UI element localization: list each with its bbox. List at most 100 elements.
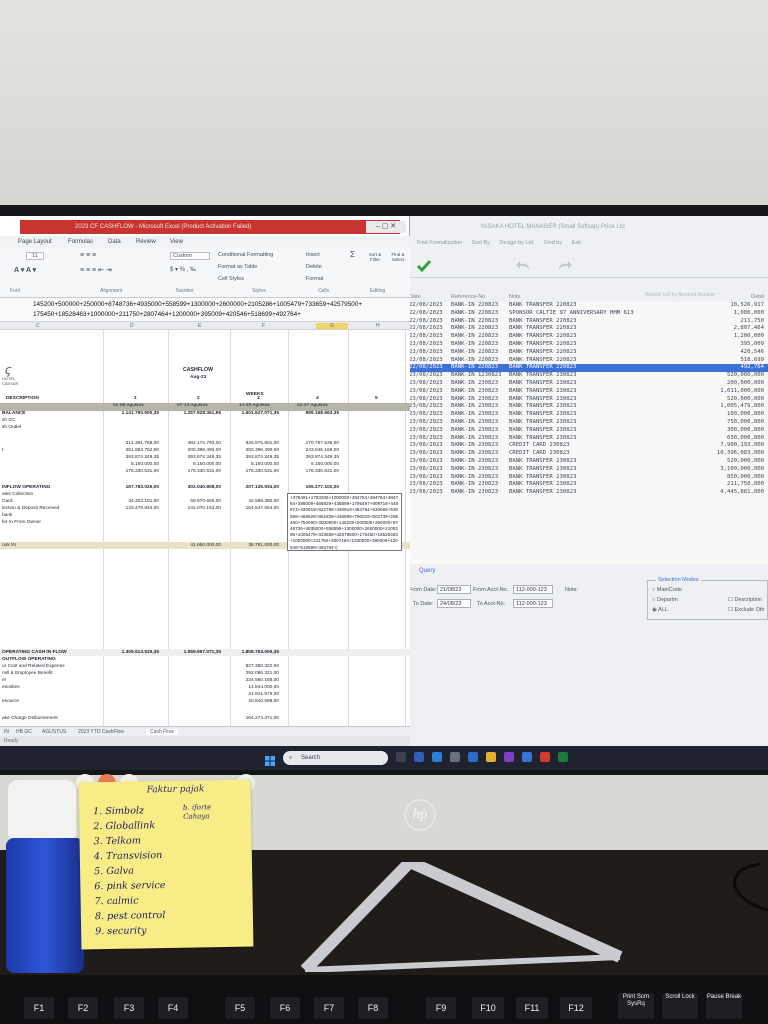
column-header[interactable]: Date bbox=[409, 294, 421, 300]
row-value-cell[interactable]: 176.330.631,00 bbox=[233, 469, 279, 474]
app-icon[interactable] bbox=[414, 752, 424, 762]
bank-row[interactable]: 23/08/2023 BANK-IN 230823 BANK TRANSFER 23… bbox=[405, 481, 768, 489]
bank-row[interactable]: 23/08/2023 BANK-IN 230823 CREDIT CARD 2308… bbox=[405, 442, 768, 450]
row-value-cell[interactable]: 482.174.793,00 bbox=[171, 441, 221, 446]
row-value-cell[interactable]: 176.330.631,00 bbox=[171, 469, 221, 474]
excel-icon[interactable] bbox=[558, 752, 568, 762]
key-f10[interactable]: F10 bbox=[472, 997, 504, 1019]
outflow-value-cell[interactable]: 827.350.322,00 bbox=[233, 664, 279, 669]
row-value-cell[interactable]: 170.767.535,00 bbox=[291, 441, 339, 446]
row-value-cell[interactable]: 38.781.000,00 bbox=[233, 543, 279, 548]
sheet-tab[interactable]: IN bbox=[4, 729, 9, 735]
format-as-table-button[interactable]: Format as Table bbox=[218, 264, 257, 270]
bank-row[interactable]: 22/08/2023 BANK-IN 220823 BANK TRANSFER 22… bbox=[405, 333, 768, 341]
outflow-value-cell[interactable]: 14.844.000,00 bbox=[233, 685, 279, 690]
undo-icon[interactable] bbox=[515, 258, 533, 274]
column-letter[interactable]: H bbox=[376, 323, 380, 329]
folder-icon[interactable] bbox=[486, 752, 496, 762]
row-value-cell[interactable]: 242.070.153,00 bbox=[171, 506, 221, 511]
bank-row[interactable]: 22/08/2023 BANK-IN 220823 BANK TRANSFER 22… bbox=[405, 302, 768, 310]
row-value-cell[interactable]: 302.040.808,00 bbox=[171, 485, 221, 490]
row-value-cell[interactable]: 1.309.513.525,35 bbox=[107, 650, 159, 655]
check-icon[interactable] bbox=[415, 258, 433, 274]
bank-row[interactable]: 22/08/2023 BANK-IN 220823 SPONSOR CALTIE 9… bbox=[405, 310, 768, 318]
task-view-icon[interactable] bbox=[396, 752, 406, 762]
font-size-box[interactable]: 11 bbox=[26, 252, 44, 260]
column-letter[interactable]: E bbox=[198, 323, 201, 329]
formula-edit-popup[interactable]: +378491+1793206+1000000+484784+484784+48… bbox=[287, 493, 402, 551]
row-value-cell[interactable]: 393.874.349,35 bbox=[233, 455, 279, 460]
sheet-tab[interactable]: HB GC bbox=[16, 729, 32, 735]
bank-row[interactable]: 23/08/2023 BANK-IN 230823 BANK TRANSFER 23… bbox=[405, 388, 768, 396]
bank-row[interactable]: 23/08/2023 BANK-IN 230823 BANK TRANSFER 23… bbox=[405, 419, 768, 427]
key-f5[interactable]: F5 bbox=[225, 997, 255, 1019]
row-value-cell[interactable]: 164.547.554,00 bbox=[233, 506, 279, 511]
key-f9[interactable]: F9 bbox=[426, 997, 456, 1019]
worksheet-grid[interactable]: ꞔ HOTEL CAESAR CASHFLOW Aug-23 WEEKS DES… bbox=[0, 330, 410, 726]
radio-departm[interactable]: ○ Departm bbox=[652, 597, 678, 603]
row-value-cell[interactable]: 251.983.752,00 bbox=[107, 448, 159, 453]
bank-menu-item[interactable]: Exit bbox=[572, 240, 581, 246]
from-acct-field[interactable]: 112-000-123 bbox=[513, 585, 553, 594]
bank-menu-item[interactable]: Find by bbox=[544, 240, 562, 246]
key-print-screen[interactable]: Print Scrn SysRq bbox=[618, 993, 654, 1019]
row-value-cell[interactable]: 155.277.102,00 bbox=[291, 485, 339, 490]
to-date-field[interactable]: 24/08/23 bbox=[437, 599, 471, 608]
outflow-value-cell[interactable]: 21.841.575,00 bbox=[233, 692, 279, 697]
bank-row[interactable]: 23/08/2023 BANK-IN 230823 BANK TRANSFER 23… bbox=[405, 466, 768, 474]
row-value-cell[interactable]: 1.559.967.071,35 bbox=[171, 650, 221, 655]
taskbar-search[interactable]: ⌕ Search bbox=[283, 751, 388, 765]
key-f8[interactable]: F8 bbox=[358, 997, 388, 1019]
column-header[interactable]: Debit bbox=[751, 294, 764, 300]
row-value-cell[interactable]: 176.330.631,00 bbox=[291, 469, 339, 474]
bank-row[interactable]: 23/08/2023 BANK-IN 230823 BANK TRANSFER 23… bbox=[405, 458, 768, 466]
row-value-cell[interactable]: 207.135.934,00 bbox=[233, 485, 279, 490]
sheet-tab[interactable]: 2023 YTD CashFlow bbox=[78, 729, 124, 735]
column-letter[interactable]: C bbox=[36, 323, 40, 329]
key-f1[interactable]: F1 bbox=[24, 997, 54, 1019]
key-f11[interactable]: F11 bbox=[516, 997, 548, 1019]
row-value-cell[interactable]: 200.396.490,00 bbox=[233, 448, 279, 453]
row-value-cell[interactable]: 5.150.000,00 bbox=[171, 462, 221, 467]
row-value-cell[interactable]: 989.168.663,35 bbox=[291, 411, 339, 416]
radio-maincode[interactable]: ○ MainCode bbox=[652, 587, 682, 593]
checkbox-description[interactable]: ☐ Description bbox=[728, 597, 762, 603]
tab-page-layout[interactable]: Page Layout bbox=[18, 236, 52, 248]
bank-row[interactable]: 23/08/2023 BANK-IN 230823 BANK TRANSFER 23… bbox=[405, 411, 768, 419]
delete-button[interactable]: Delete bbox=[306, 264, 322, 270]
sum-icon[interactable]: Σ bbox=[350, 250, 355, 259]
row-value-cell[interactable]: 34.303.181,00 bbox=[107, 499, 159, 504]
row-value-cell[interactable]: 59.970.655,00 bbox=[171, 499, 221, 504]
row-value-cell[interactable]: 1.808.763.005,35 bbox=[233, 650, 279, 655]
sheet-tab-active[interactable]: Cash Flow bbox=[146, 729, 178, 735]
bank-menu-item[interactable]: Sort By bbox=[472, 240, 490, 246]
bank-row[interactable]: 23/08/2023 BANK-IN 230823 CREDIT CARD 2308… bbox=[405, 450, 768, 458]
radio-all[interactable]: ◉ ALL bbox=[652, 607, 668, 613]
row-value-cell[interactable]: 314.391.768,00 bbox=[107, 441, 159, 446]
row-value-cell[interactable]: 200.396.490,00 bbox=[171, 448, 221, 453]
from-date-field[interactable]: 21/08/23 bbox=[437, 585, 471, 594]
bank-row[interactable]: 22/08/2023 BANK-IN 220823 BANK TRANSFER 22… bbox=[405, 357, 768, 365]
find-select-button[interactable]: Find & Select bbox=[388, 252, 408, 262]
row-value-cell[interactable]: 393.874.349,35 bbox=[291, 455, 339, 460]
number-format-box[interactable]: Custom bbox=[170, 252, 210, 260]
redo-icon[interactable] bbox=[555, 258, 573, 274]
tab-data[interactable]: Data bbox=[108, 236, 121, 248]
bank-row-selected[interactable]: 22/08/2023 BANK-IN 220823 BANK TRANSFER 22… bbox=[405, 364, 768, 373]
tab-review[interactable]: Review bbox=[136, 236, 156, 248]
column-header[interactable]: Note bbox=[509, 294, 521, 300]
column-letter[interactable]: F bbox=[262, 323, 265, 329]
column-header[interactable]: Reference-No bbox=[451, 294, 485, 300]
conditional-formatting-button[interactable]: Conditional Formatting bbox=[218, 252, 273, 258]
row-value-cell[interactable]: 1.257.928.361,95 bbox=[171, 411, 221, 416]
bank-row[interactable]: 23/08/2023 BANK-IN 230823 BANK TRANSFER 23… bbox=[405, 396, 768, 404]
row-value-cell[interactable]: 176.330.631,00 bbox=[107, 469, 159, 474]
format-button[interactable]: Format bbox=[306, 276, 323, 282]
row-value-cell[interactable]: 825.875.601,00 bbox=[233, 441, 279, 446]
row-value-cell[interactable]: 5.150.000,00 bbox=[107, 462, 159, 467]
checkbox-exclude[interactable]: ☐ Exclude Oth bbox=[728, 607, 764, 613]
row-value-cell[interactable]: 393.874.349,35 bbox=[171, 455, 221, 460]
tab-view[interactable]: View bbox=[170, 236, 183, 248]
key-scroll-lock[interactable]: Scroll Lock bbox=[662, 993, 698, 1019]
key-f7[interactable]: F7 bbox=[314, 997, 344, 1019]
